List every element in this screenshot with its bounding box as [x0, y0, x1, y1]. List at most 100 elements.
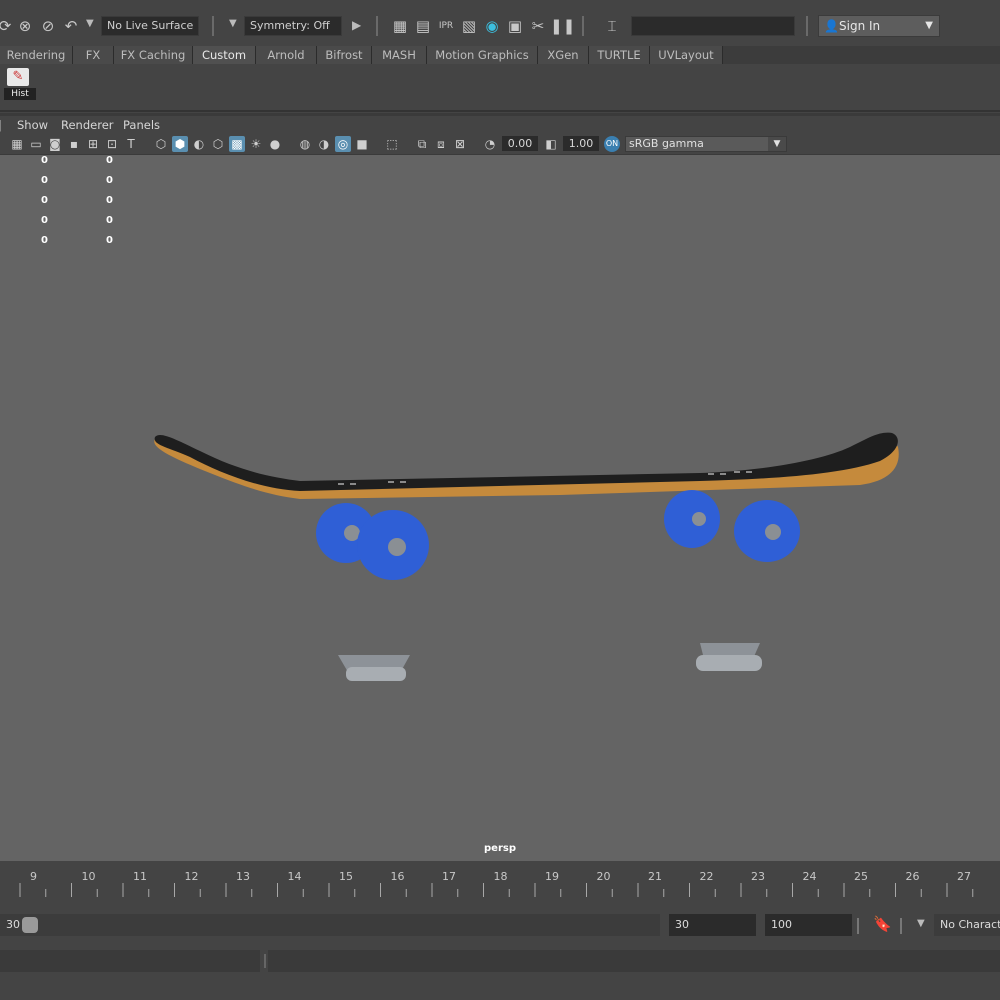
- safe-action-icon[interactable]: ⊡: [104, 136, 120, 152]
- rear-truck: [338, 655, 410, 681]
- render-view-icon[interactable]: ▦: [389, 15, 411, 37]
- mel-input[interactable]: [0, 950, 260, 972]
- time-tick-label: 24: [802, 870, 817, 883]
- textured-icon[interactable]: ▩: [229, 136, 245, 152]
- depth-of-field-icon[interactable]: ■: [354, 136, 370, 152]
- gate-mask-icon[interactable]: ▪: [66, 136, 82, 152]
- symmetry-field[interactable]: Symmetry: Off: [244, 16, 342, 36]
- default-material-icon[interactable]: ◐: [191, 136, 207, 152]
- xray-icon[interactable]: ⧉: [414, 136, 430, 152]
- bookmark-icon[interactable]: 🔖: [873, 915, 892, 933]
- ipr-render-icon[interactable]: IPR: [435, 15, 457, 37]
- gamma-icon[interactable]: ◧: [543, 136, 559, 152]
- wireframe-icon[interactable]: ⬡: [153, 136, 169, 152]
- tab-rendering[interactable]: Rendering: [0, 46, 73, 64]
- menu-renderer[interactable]: Renderer: [61, 116, 114, 134]
- render-current-frame-icon[interactable]: ▤: [412, 15, 434, 37]
- shelf-tabs: Rendering FX FX Caching Custom Arnold Bi…: [0, 46, 1000, 65]
- chevron-down-icon[interactable]: ▼: [768, 137, 786, 151]
- time-tick-label: 13: [236, 870, 250, 883]
- time-tick-label: 16: [390, 870, 405, 883]
- rear-right-wheel: [357, 510, 429, 580]
- tab-uvlayout[interactable]: UVLayout: [650, 46, 723, 64]
- arnold-render-icon[interactable]: ▣: [504, 15, 526, 37]
- status-line: ⟳ ⊗ ⊘ ↶ ▼ No Live Surface ▼ Symmetry: Of…: [0, 0, 1000, 44]
- tab-bifrost[interactable]: Bifrost: [317, 46, 372, 64]
- user-icon: 👤: [824, 19, 839, 33]
- range-handle[interactable]: [22, 917, 38, 933]
- front-left-wheel: [664, 490, 720, 548]
- pause-icon[interactable]: ❚❚: [550, 15, 575, 37]
- chevron-down-icon[interactable]: ▼: [86, 18, 94, 29]
- chevron-right-icon[interactable]: ▶: [352, 18, 361, 32]
- anti-aliasing-icon[interactable]: ◎: [335, 136, 351, 152]
- safe-title-icon[interactable]: T: [123, 136, 139, 152]
- render-region-icon[interactable]: ✂: [527, 15, 549, 37]
- isolate-select-icon[interactable]: ⬚: [384, 136, 400, 152]
- tab-fx-caching[interactable]: FX Caching: [114, 46, 193, 64]
- tab-xgen[interactable]: XGen: [538, 46, 589, 64]
- command-result: [268, 950, 1000, 972]
- hist-label: Hist: [4, 88, 36, 100]
- resolution-gate-icon[interactable]: ◙: [47, 136, 63, 152]
- film-gate-icon[interactable]: ▭: [28, 136, 44, 152]
- exposure-field[interactable]: 0.00: [502, 136, 538, 151]
- shadows-icon[interactable]: ●: [267, 136, 283, 152]
- time-tick-label: 11: [133, 870, 147, 883]
- hypershade-icon[interactable]: ◉: [481, 15, 503, 37]
- range-slider-row: 30 30 100 🔖 ▼ No Character Set: [0, 910, 1000, 940]
- front-truck: [696, 643, 762, 671]
- sign-in-button[interactable]: 👤 Sign In ▼: [818, 15, 940, 37]
- lights-icon[interactable]: ☀: [248, 136, 264, 152]
- motion-blur-icon[interactable]: ◑: [316, 136, 332, 152]
- tab-arnold[interactable]: Arnold: [256, 46, 317, 64]
- exposure-icon[interactable]: ◔: [482, 136, 498, 152]
- tab-fx[interactable]: FX: [73, 46, 114, 64]
- snap-curve-icon[interactable]: ⊗: [14, 15, 36, 37]
- hist-shelf-button[interactable]: ✎ Hist: [4, 68, 36, 100]
- gamma-field[interactable]: 1.00: [563, 136, 599, 151]
- time-tick-label: 19: [545, 870, 559, 883]
- tab-mash[interactable]: MASH: [372, 46, 427, 64]
- xray-components-icon[interactable]: ⊠: [452, 136, 468, 152]
- time-tick-label: 9: [30, 870, 37, 883]
- anim-end-field[interactable]: 100: [765, 914, 852, 936]
- range-slider-bar[interactable]: 30: [0, 914, 660, 936]
- character-set-dropdown[interactable]: No Character Set: [934, 914, 1000, 936]
- tab-motion-graphics[interactable]: Motion Graphics: [427, 46, 538, 64]
- range-start-value: 30: [6, 918, 20, 931]
- menu-show[interactable]: Show: [17, 116, 48, 134]
- snap-surface-icon[interactable]: ↶: [60, 15, 82, 37]
- tab-custom[interactable]: Custom: [193, 46, 256, 64]
- snap-point-icon[interactable]: ⊘: [37, 15, 59, 37]
- screen-space-ao-icon[interactable]: ◍: [297, 136, 313, 152]
- tab-turtle[interactable]: TURTLE: [589, 46, 650, 64]
- live-surface-field[interactable]: No Live Surface: [101, 16, 199, 36]
- command-line: [0, 948, 1000, 974]
- view-transform-dropdown[interactable]: sRGB gamma ▼: [625, 136, 787, 152]
- separator-icon: [900, 918, 902, 934]
- time-tick-label: 27: [957, 870, 971, 883]
- viewport-persp[interactable]: 0 0 0 0 0 0 0 0 0 0 persp: [0, 155, 1000, 861]
- smooth-shade-icon[interactable]: ⬢: [172, 136, 188, 152]
- menu-panels[interactable]: Panels: [123, 116, 160, 134]
- skateboard-model[interactable]: [0, 155, 1000, 861]
- range-end-field[interactable]: 30: [669, 914, 756, 936]
- render-settings-icon[interactable]: ▧: [458, 15, 480, 37]
- time-slider[interactable]: 9 10 11 12 13 14 15 16 17 18 19 20 21 22 23 24 25 26 27: [0, 867, 1000, 905]
- camera-label: persp: [484, 843, 516, 854]
- wireframe-on-shaded-icon[interactable]: ⬡: [210, 136, 226, 152]
- field-chart-icon[interactable]: ⊞: [85, 136, 101, 152]
- xray-joints-icon[interactable]: ⧈: [433, 136, 449, 152]
- time-tick-label: 20: [596, 870, 611, 883]
- separator-icon: [212, 16, 214, 36]
- grid-icon[interactable]: ▦: [9, 136, 25, 152]
- chevron-down-icon[interactable]: ▼: [925, 16, 933, 36]
- search-input[interactable]: [631, 16, 795, 36]
- color-management-icon[interactable]: ON: [604, 136, 620, 152]
- chevron-down-icon[interactable]: ▼: [917, 918, 925, 929]
- chevron-down-icon[interactable]: ▼: [229, 18, 237, 29]
- input-field-icon[interactable]: ⌶: [601, 15, 623, 37]
- time-tick-label: 18: [493, 870, 508, 883]
- time-tick-label: 22: [699, 870, 714, 883]
